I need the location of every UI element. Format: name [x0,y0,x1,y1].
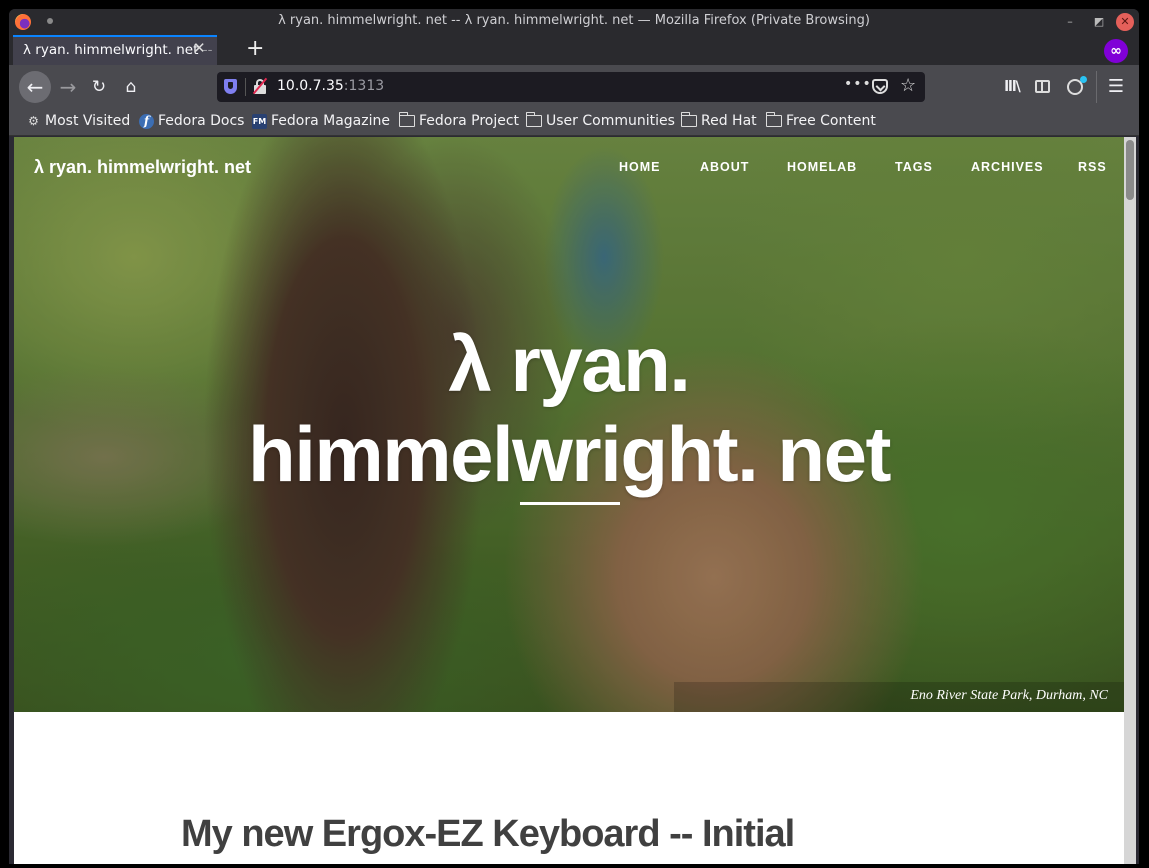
folder-icon [398,112,415,127]
home-button[interactable]: ⌂ [116,72,146,102]
nav-rss[interactable]: RSS [1078,160,1107,174]
sidebar-toggle-icon[interactable] [1027,72,1057,102]
bookmark-folder-free-content[interactable]: Free Content [765,112,876,129]
window-title: λ ryan. himmelwright. net -- λ ryan. him… [278,13,870,28]
hero-title-line-2: himmelwright. net [248,410,891,498]
tab-close-icon[interactable]: ✕ [193,41,206,56]
navigation-toolbar: ← → ↻ ⌂ 10.0.7.35:1313 ••• ☆ lll\ ☰ [9,65,1139,109]
pocket-icon[interactable] [872,79,888,94]
insecure-lock-icon[interactable] [252,77,268,95]
back-button[interactable]: ← [19,71,51,103]
url-port: :1313 [343,78,385,94]
gear-icon: ⚙ [28,113,39,128]
fedora-icon: f [139,113,154,129]
bookmark-fedora-docs[interactable]: f Fedora Docs [139,113,244,129]
bookmark-folder-red-hat[interactable]: Red Hat [680,112,757,129]
bookmark-label: User Communities [546,113,675,129]
url-text[interactable]: 10.0.7.35:1313 [277,78,384,94]
close-window-button[interactable]: ✕ [1116,13,1134,31]
hero-title-line-1: λ ryan. [448,320,691,408]
bookmark-label: Red Hat [701,113,757,129]
hero-background-image: λ ryan. himmelwright. net HOME ABOUT HOM… [14,137,1124,712]
folder-icon [680,112,697,127]
hero-image-caption: Eno River State Park, Durham, NC [910,688,1108,703]
hamburger-menu-button[interactable]: ☰ [1101,72,1131,102]
page-scrollbar[interactable] [1124,137,1136,864]
url-bar[interactable]: 10.0.7.35:1313 ••• ☆ [217,72,925,102]
bookmark-label: Most Visited [45,113,131,129]
private-browsing-mask-icon: ∞ [1104,39,1128,63]
bookmark-label: Fedora Docs [158,113,245,129]
toolbar-divider [1096,71,1097,103]
bookmark-folder-fedora-project[interactable]: Fedora Project [398,112,520,129]
bookmarks-toolbar: ⚙ Most Visited f Fedora Docs FM Fedora M… [9,109,1139,136]
maximize-button[interactable]: ◩ [1090,13,1108,31]
library-button[interactable]: lll\ [997,72,1027,102]
reload-button[interactable]: ↻ [84,72,114,102]
bookmark-most-visited[interactable]: ⚙ Most Visited [26,113,130,129]
tab-strip: λ ryan. himmelwright. net -- ✕ + ∞ [9,35,1139,65]
scrollbar-thumb[interactable] [1126,140,1134,200]
bookmark-label: Free Content [786,113,876,129]
url-divider [245,78,246,96]
bookmark-star-icon[interactable]: ☆ [900,75,916,96]
page-viewport: λ ryan. himmelwright. net HOME ABOUT HOM… [14,137,1124,864]
tracking-protection-shield-icon[interactable] [224,79,237,94]
folder-icon [525,112,542,127]
minimize-button[interactable]: – [1061,13,1079,31]
browser-window: λ ryan. himmelwright. net -- λ ryan. him… [9,9,1139,864]
nav-tags[interactable]: TAGS [895,160,933,174]
bookmark-label: Fedora Project [419,113,520,129]
folder-icon [765,112,782,127]
fedora-magazine-icon: FM [252,113,267,129]
page-actions-button[interactable]: ••• [844,76,872,92]
bookmark-label: Fedora Magazine [271,113,390,129]
site-navbar: λ ryan. himmelwright. net HOME ABOUT HOM… [14,137,1124,199]
title-bar: λ ryan. himmelwright. net -- λ ryan. him… [9,9,1139,35]
hero-title: λ ryan. himmelwright. net [14,319,1124,499]
hero-divider [520,502,620,505]
tab-active[interactable]: λ ryan. himmelwright. net -- [13,35,217,65]
bookmark-folder-user-communities[interactable]: User Communities [525,112,675,129]
nav-about[interactable]: ABOUT [700,160,749,174]
forward-button[interactable]: → [53,72,83,102]
account-icon[interactable] [1060,72,1090,102]
nav-homelab[interactable]: HOMELAB [787,160,857,174]
notification-badge [1080,76,1087,83]
nav-home[interactable]: HOME [619,160,661,174]
post-title[interactable]: My new Ergox-EZ Keyboard -- Initial [181,813,795,856]
nav-archives[interactable]: ARCHIVES [971,160,1044,174]
new-tab-button[interactable]: + [246,37,264,61]
url-host: 10.0.7.35 [277,78,344,94]
bookmark-fedora-magazine[interactable]: FM Fedora Magazine [252,113,390,129]
tab-label: λ ryan. himmelwright. net [23,42,199,58]
site-brand-link[interactable]: λ ryan. himmelwright. net [34,157,251,178]
